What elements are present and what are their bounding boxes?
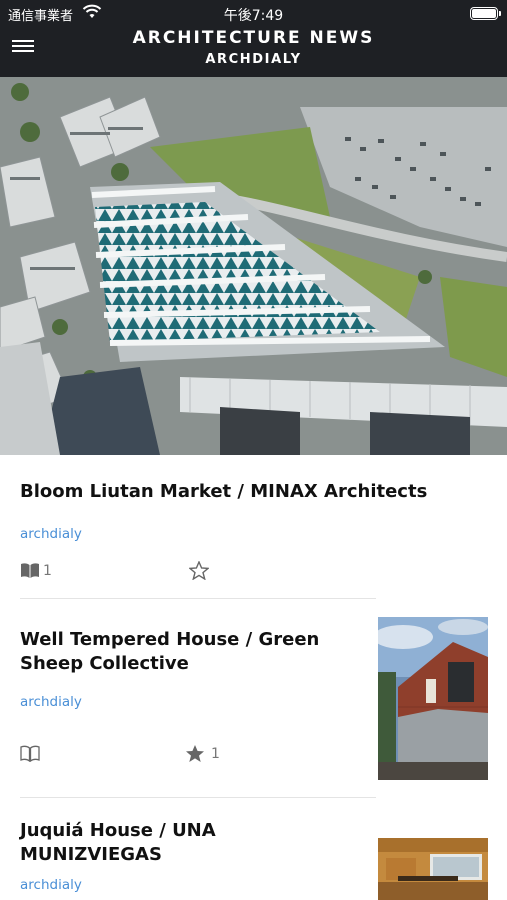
app-title: ARCHITECTURE NEWS (132, 28, 375, 48)
book-icon[interactable] (20, 562, 40, 583)
app-header: 通信事業者 午後7:49 ARCHITECTURE NEWS ARCHDIALY (0, 0, 507, 77)
app-subtitle: ARCHDIALY (205, 52, 302, 67)
status-bar: 通信事業者 午後7:49 (0, 4, 507, 24)
article-title-line: Well Tempered House / Green (20, 629, 320, 650)
read-count: 1 (43, 563, 52, 579)
article-source[interactable]: archdialy (20, 694, 82, 710)
article-thumbnail[interactable] (378, 838, 488, 900)
featured-article-image[interactable] (0, 77, 507, 455)
article-title[interactable]: Juquiá House / UNA MUNIZVIEGAS (20, 819, 365, 867)
article-thumbnail[interactable] (378, 617, 488, 780)
article-title-line: MUNIZVIEGAS (20, 844, 162, 865)
status-time: 午後7:49 (223, 8, 284, 24)
star-count: 1 (211, 746, 220, 762)
article-title-line: Sheep Collective (20, 653, 189, 674)
star-icon[interactable] (188, 560, 210, 584)
battery-icon (470, 7, 501, 20)
article-title[interactable]: Bloom Liutan Market / MINAX Architects (20, 480, 490, 504)
divider (20, 797, 376, 798)
book-icon[interactable] (20, 745, 40, 766)
article-title-line: Juquiá House / UNA (20, 820, 216, 841)
star-icon[interactable] (185, 744, 205, 767)
article-source[interactable]: archdialy (20, 877, 82, 893)
article-source[interactable]: archdialy (20, 526, 82, 542)
divider (20, 598, 376, 599)
article-title[interactable]: Well Tempered House / Green Sheep Collec… (20, 628, 365, 676)
